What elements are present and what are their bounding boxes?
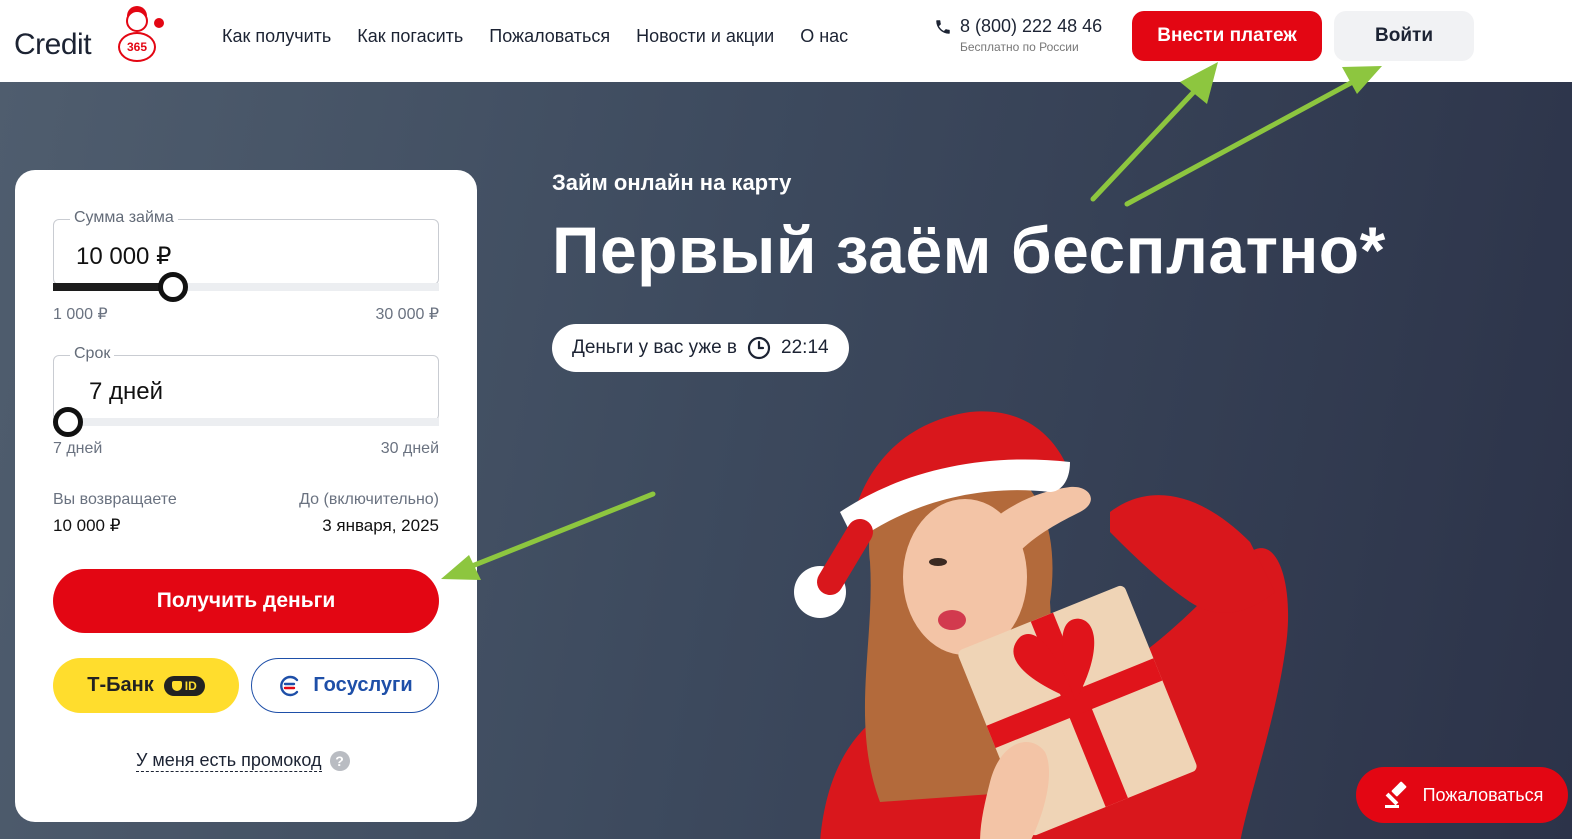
pill-text: Деньги у вас уже в bbox=[572, 337, 738, 358]
amount-slider-fill bbox=[53, 283, 173, 291]
promo-code-row: У меня есть промокод ? bbox=[136, 750, 350, 772]
gosuslugi-label: Госуслуги bbox=[313, 674, 413, 696]
amount-label: Сумма займа bbox=[70, 209, 178, 227]
main-nav: Как получить Как погасить Пожаловаться Н… bbox=[222, 26, 874, 47]
amount-slider-thumb[interactable] bbox=[157, 272, 188, 302]
tbank-badge-text: ID bbox=[184, 678, 197, 693]
loan-calculator: Сумма займа 10 000 ₽ 1 000 ₽ 30 000 ₽ Ср… bbox=[15, 170, 477, 822]
logo[interactable]: Credit 365 bbox=[14, 6, 164, 66]
amount-value: 10 000 ₽ bbox=[76, 243, 172, 270]
site-header: Credit 365 Как получить Как погасить Пож… bbox=[0, 0, 1572, 82]
tbank-id-badge: ID bbox=[163, 675, 205, 696]
nav-about[interactable]: О нас bbox=[800, 26, 848, 47]
make-payment-button[interactable]: Внести платеж bbox=[1132, 11, 1322, 61]
nav-how-to-get[interactable]: Как получить bbox=[222, 26, 331, 47]
clock-icon bbox=[747, 336, 771, 360]
phone-subtitle: Бесплатно по России bbox=[960, 40, 1079, 54]
amount-max: 30 000 ₽ bbox=[375, 306, 439, 323]
logo-text: Credit bbox=[14, 28, 92, 61]
help-icon[interactable]: ? bbox=[329, 751, 350, 771]
logo-number: 365 bbox=[118, 32, 156, 62]
snowman-head-icon bbox=[126, 10, 148, 32]
term-field[interactable]: Срок 7 дней bbox=[53, 345, 439, 421]
until-value: 3 января, 2025 bbox=[322, 516, 439, 535]
tbank-id-button[interactable]: Т-Банк ID bbox=[53, 658, 239, 713]
hero-illustration bbox=[794, 411, 1289, 839]
phone-icon bbox=[936, 19, 950, 34]
phone-block[interactable]: 8 (800) 222 48 46 Бесплатно по России bbox=[934, 16, 1102, 54]
gosuslugi-icon bbox=[280, 675, 299, 696]
gavel-icon bbox=[1384, 781, 1406, 808]
tbank-label: Т-Банк bbox=[87, 674, 154, 696]
amount-field[interactable]: Сумма займа 10 000 ₽ bbox=[53, 209, 439, 285]
amount-min: 1 000 ₽ bbox=[53, 306, 108, 323]
tbank-shield-icon bbox=[171, 680, 182, 691]
term-slider[interactable] bbox=[53, 407, 439, 437]
term-min: 7 дней bbox=[53, 440, 103, 457]
until-label: До (включительно) bbox=[299, 491, 439, 508]
gosuslugi-button[interactable]: Госуслуги bbox=[251, 658, 439, 713]
delivery-time-pill: Деньги у вас уже в 22:14 bbox=[552, 324, 849, 372]
phone-number: 8 (800) 222 48 46 bbox=[960, 16, 1103, 36]
amount-slider[interactable] bbox=[53, 272, 439, 302]
term-value: 7 дней bbox=[89, 378, 164, 405]
promo-code-link[interactable]: У меня есть промокод bbox=[136, 750, 322, 772]
nav-complain[interactable]: Пожаловаться bbox=[489, 26, 610, 47]
phone-row: 8 (800) 222 48 46 bbox=[934, 16, 1102, 37]
hero-title: Первый заём бесплатно* bbox=[552, 213, 1386, 287]
nav-how-to-repay[interactable]: Как погасить bbox=[357, 26, 463, 47]
complain-label: Пожаловаться bbox=[1422, 784, 1544, 805]
return-value: 10 000 ₽ bbox=[53, 516, 121, 535]
term-slider-thumb[interactable] bbox=[53, 407, 83, 437]
term-max: 30 дней bbox=[380, 440, 439, 457]
floating-complain-button[interactable]: Пожаловаться bbox=[1356, 767, 1568, 823]
pill-time: 22:14 bbox=[781, 337, 829, 358]
login-button[interactable]: Войти bbox=[1334, 11, 1474, 61]
nav-news[interactable]: Новости и акции bbox=[636, 26, 774, 47]
hero-subtitle: Займ онлайн на карту bbox=[552, 170, 792, 195]
term-label: Срок bbox=[70, 345, 115, 363]
snowball-icon bbox=[154, 18, 164, 28]
get-money-button[interactable]: Получить деньги bbox=[53, 569, 439, 633]
return-label: Вы возвращаете bbox=[53, 491, 177, 508]
